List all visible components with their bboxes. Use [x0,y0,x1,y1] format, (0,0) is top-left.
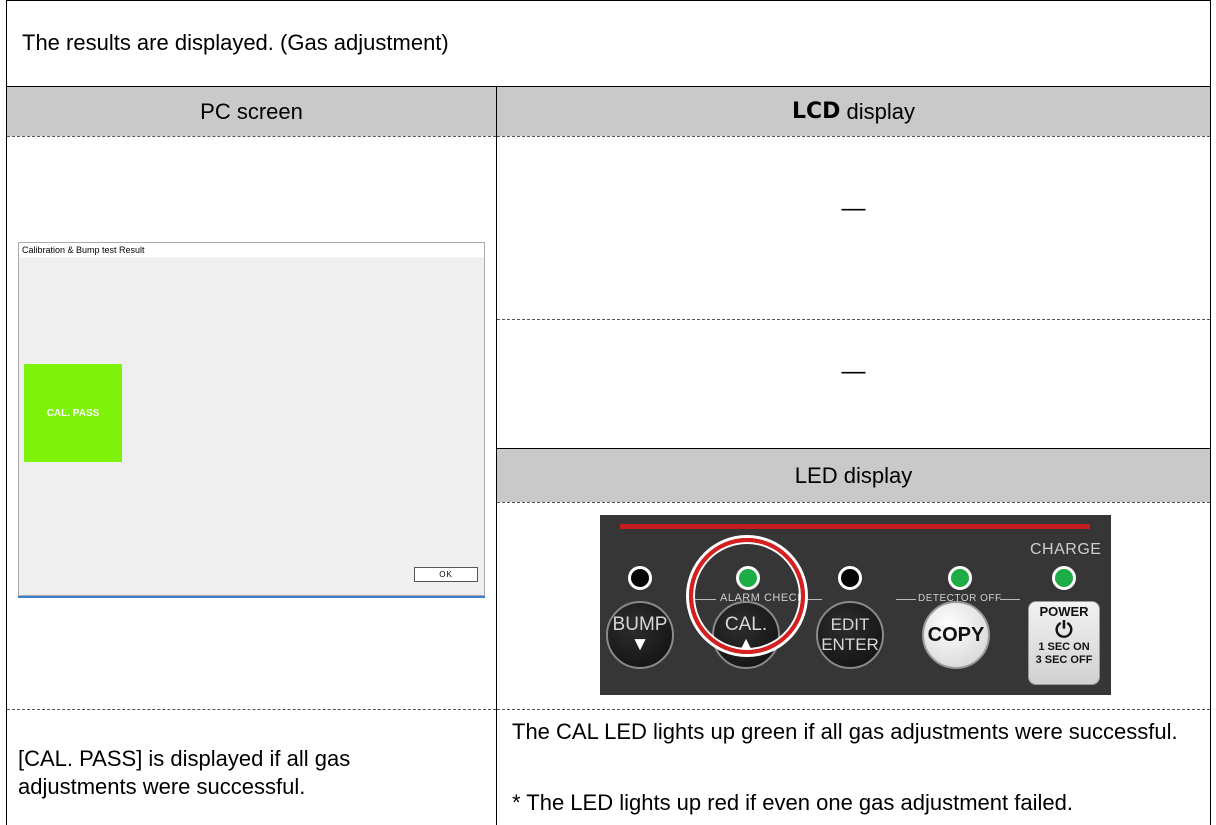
lcd-cell-1: — [841,195,866,222]
pc-note: [CAL. PASS] is displayed if all gas adju… [18,746,351,799]
red-light-strip [620,524,1090,529]
led-panel: CHARGE ALARM CHECK DETECTOR OFF BUMP ▼ C… [600,515,1111,695]
power-icon: ⏻ [1055,617,1073,642]
copy-button-label: COPY [927,623,985,646]
detector-line-right [1000,599,1020,600]
pc-window-title: Calibration & Bump test Result [19,243,484,258]
bump-button-label: BUMP [612,614,668,635]
led-header-dashed [497,502,1210,503]
edit-enter-button[interactable]: EDIT ENTER [816,601,884,669]
copy-led [948,566,972,590]
sec-on-label: 1 SEC ON [1038,641,1090,653]
lcd-header-bold: LCD [791,99,841,124]
pc-screen-header: PC screen [7,87,496,136]
page-title: The results are displayed. (Gas adjustme… [22,30,449,55]
charge-led [1052,566,1076,590]
footer-dashed-right [497,709,1210,710]
ok-button[interactable]: OK [414,567,478,582]
led-note-2: * The LED lights up red if even one gas … [512,790,1073,815]
lcd-header-rest: display [840,98,916,124]
header-dashed-right [497,136,1210,137]
enter-button-label: ENTER [821,635,879,654]
edit-button-label: EDIT [830,615,870,634]
led-display-header: LED display [497,449,1210,502]
pc-result-window: Calibration & Bump test Result CAL. PASS… [18,242,485,596]
sec-off-label: 3 SEC OFF [1035,654,1093,666]
header-dashed-left [7,136,496,137]
power-button[interactable]: POWER ⏻ 1 SEC ON 3 SEC OFF [1028,601,1100,685]
cal-pass-indicator: CAL. PASS [24,364,122,462]
copy-button[interactable]: COPY [922,601,990,669]
led-note: The CAL LED lights up green if all gas a… [512,719,1178,744]
bump-led [628,566,652,590]
footer-dashed-left [7,709,496,710]
edit-led [838,566,862,590]
led-display-header-label: LED display [794,462,913,488]
lcd-cell-divider [497,319,1210,320]
detector-line-left [896,599,916,600]
table-right-border [1210,0,1211,825]
lcd-cell-2: — [841,358,866,385]
cal-highlight-circle [689,538,805,654]
pc-screen-header-label: PC screen [200,98,303,124]
bump-button[interactable]: BUMP ▼ [606,601,674,669]
pc-window-bottom-bar [18,596,485,598]
charge-label: CHARGE [1030,541,1102,558]
down-arrow-icon: ▼ [630,634,650,655]
table-top-border [6,0,1210,1]
lcd-display-header: LCD display [497,87,1210,136]
